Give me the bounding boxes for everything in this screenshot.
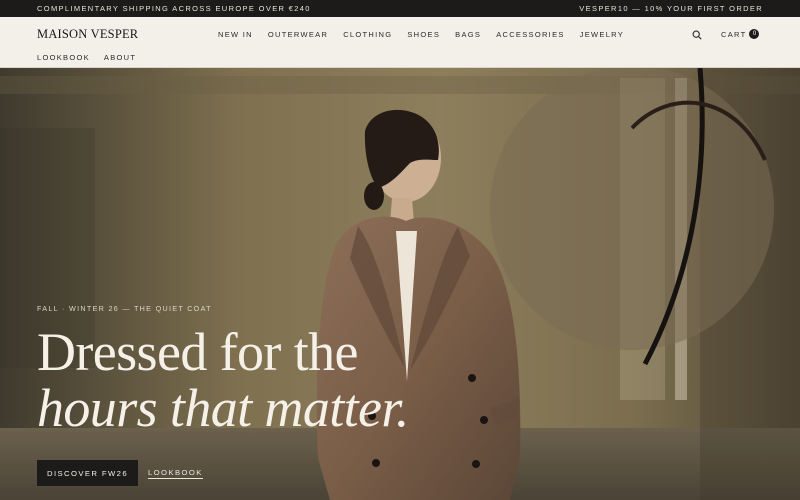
lookbook-link[interactable]: LOOKBOOK (148, 468, 203, 479)
nav-jewelry[interactable]: JEWELRY (580, 30, 624, 39)
brand-logo[interactable]: MAISON VESPER (37, 27, 138, 42)
hero-cta-row: DISCOVER FW26 LOOKBOOK (37, 460, 203, 486)
primary-nav: NEW IN OUTERWEAR CLOTHING SHOES BAGS ACC… (218, 30, 624, 39)
nav-lookbook[interactable]: LOOKBOOK (37, 53, 90, 62)
search-icon[interactable] (692, 30, 702, 40)
announcement-bar: COMPLIMENTARY SHIPPING ACROSS EUROPE OVE… (0, 0, 800, 17)
hero-headline-line2: hours that matter. (37, 378, 409, 438)
site-header: MAISON VESPER NEW IN OUTERWEAR CLOTHING … (0, 17, 800, 68)
nav-new-in[interactable]: NEW IN (218, 30, 253, 39)
promo-message: VESPER10 — 10% YOUR FIRST ORDER (579, 4, 763, 13)
nav-shoes[interactable]: SHOES (407, 30, 440, 39)
secondary-nav: LOOKBOOK ABOUT (37, 53, 136, 62)
nav-about[interactable]: ABOUT (104, 53, 136, 62)
hero-copy: FALL · WINTER 26 — THE QUIET COAT Dresse… (37, 304, 409, 436)
hero-section: FALL · WINTER 26 — THE QUIET COAT Dresse… (0, 68, 800, 500)
shipping-message: COMPLIMENTARY SHIPPING ACROSS EUROPE OVE… (37, 4, 311, 13)
cart-count-badge: 0 (749, 29, 760, 39)
cart-label: CART (721, 29, 747, 39)
hero-eyebrow: FALL · WINTER 26 — THE QUIET COAT (37, 304, 212, 313)
hero-headline-line1: Dressed for the (37, 322, 358, 382)
nav-clothing[interactable]: CLOTHING (343, 30, 392, 39)
nav-bags[interactable]: BAGS (455, 30, 481, 39)
nav-outerwear[interactable]: OUTERWEAR (268, 30, 328, 39)
discover-button[interactable]: DISCOVER FW26 (37, 460, 138, 486)
nav-accessories[interactable]: ACCESSORIES (496, 30, 564, 39)
cart-button[interactable]: CART 0 (721, 29, 760, 39)
